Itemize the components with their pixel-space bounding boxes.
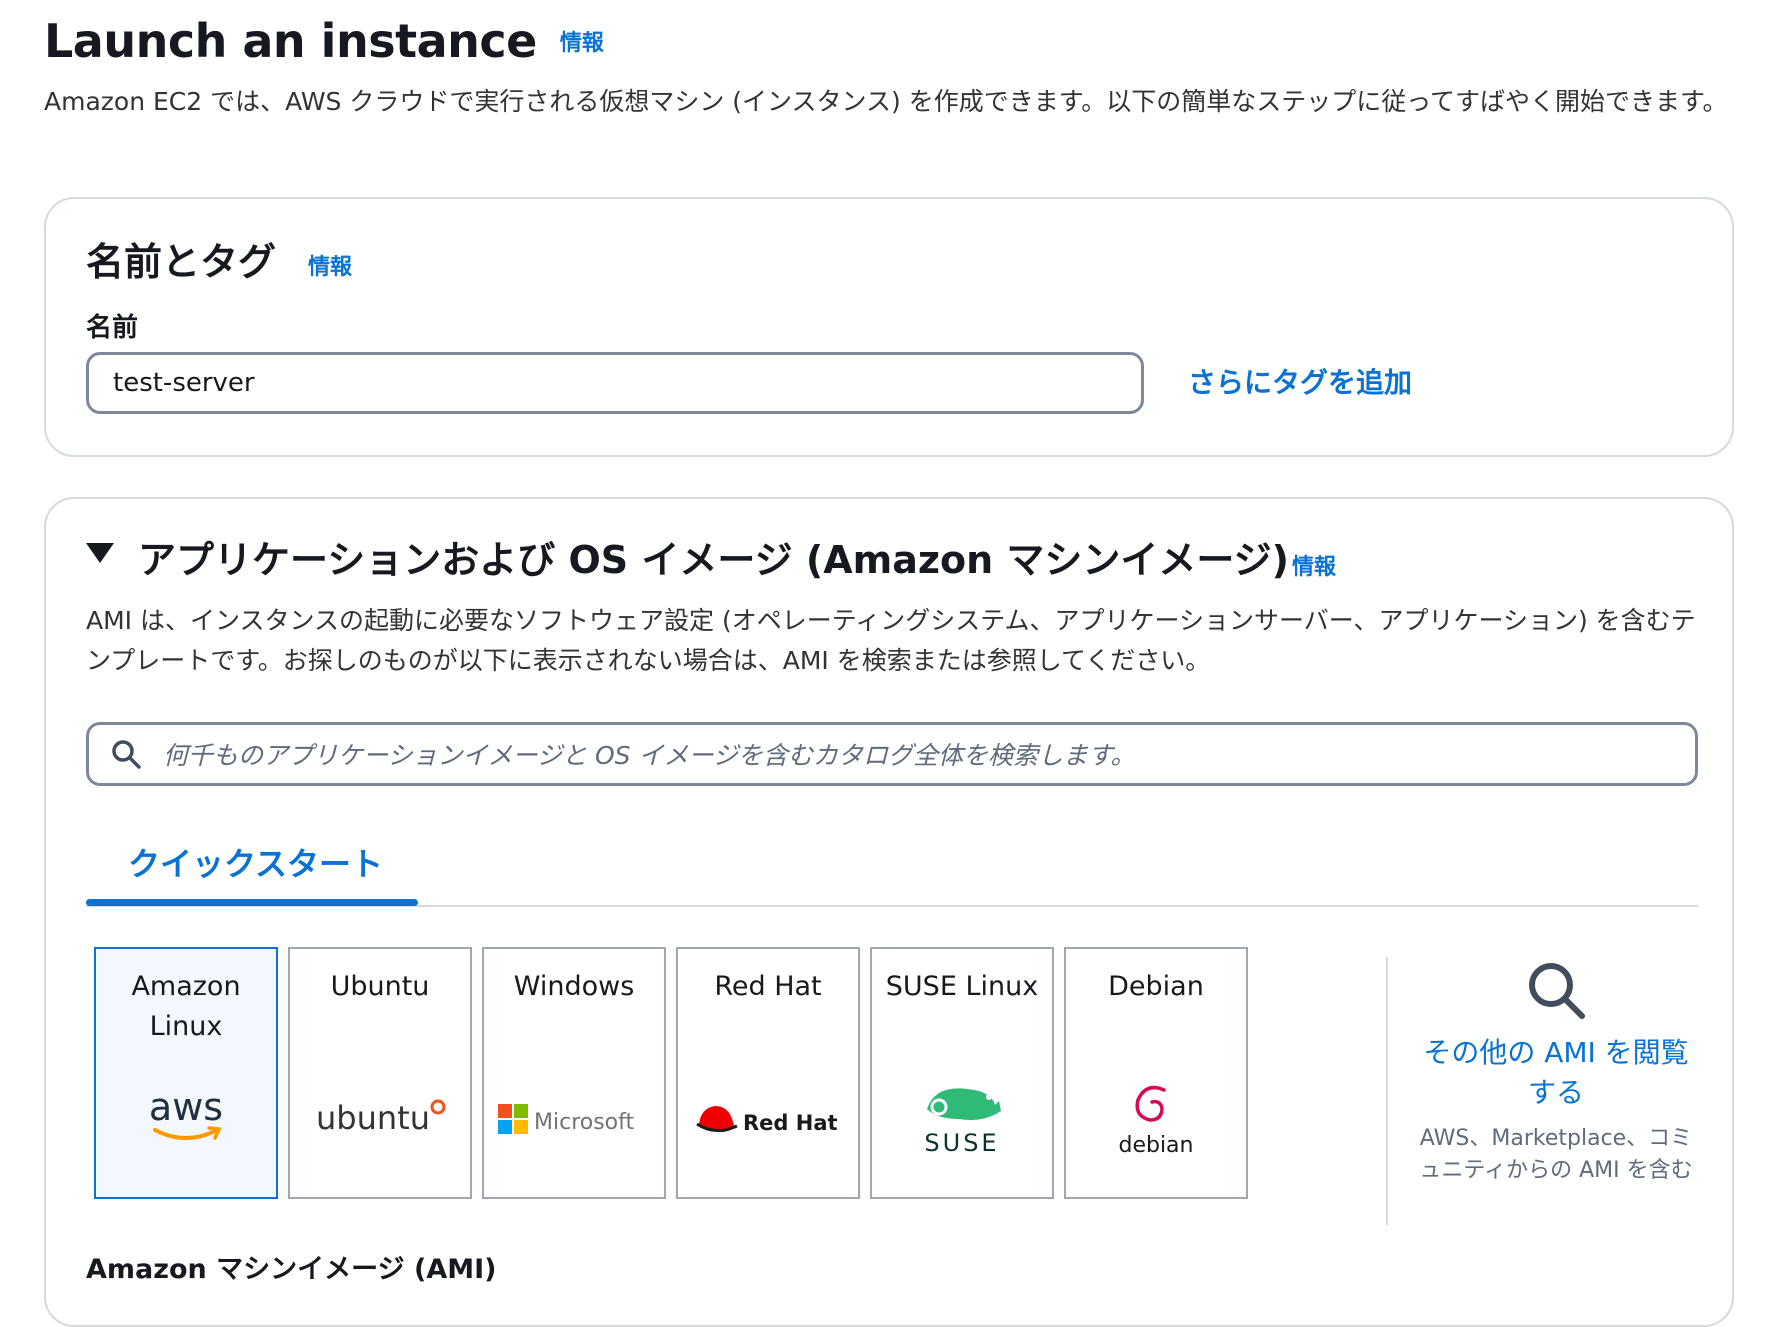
page-header: Launch an instance 情報 Amazon EC2 では、AWS …: [44, 14, 1744, 122]
svg-text:ubuntu: ubuntu: [316, 1099, 430, 1137]
ubuntu-logo-icon: ubuntu: [290, 1079, 470, 1159]
tile-label: SUSE Linux: [885, 971, 1039, 1002]
ami-search-box[interactable]: [86, 722, 1698, 786]
tile-label: Debian: [1108, 971, 1204, 1002]
microsoft-logo-icon: Microsoft: [484, 1079, 664, 1159]
tile-windows[interactable]: Windows Microsoft: [482, 947, 666, 1199]
tile-label: Windows: [513, 971, 635, 1002]
tile-label: Amazon Linux: [131, 971, 241, 1042]
svg-text:aws: aws: [149, 1085, 223, 1129]
browse-more-amis[interactable]: その他の AMI を閲覧する AWS、Marketplace、コミュニティからの…: [1416, 959, 1696, 1187]
ami-description: AMI は、インスタンスの起動に必要なソフトウェア設定 (オペレーティングシステ…: [86, 606, 1696, 675]
tile-suse-linux[interactable]: SUSE Linux SUSE: [870, 947, 1054, 1199]
magnifier-icon: [1529, 963, 1585, 1019]
name-tags-panel: 名前とタグ 情報 名前 さらにタグを追加: [44, 197, 1734, 457]
page-info-link[interactable]: 情報: [560, 25, 604, 57]
redhat-logo-icon: Red Hat: [678, 1079, 858, 1159]
tab-quick-start[interactable]: クイックスタート: [128, 839, 383, 885]
svg-text:Red Hat: Red Hat: [743, 1111, 838, 1135]
tile-red-hat[interactable]: Red Hat Red Hat: [676, 947, 860, 1199]
page-title: Launch an instance: [44, 14, 537, 68]
ami-panel: アプリケーションおよび OS イメージ (Amazon マシンイメージ) 情報 …: [44, 497, 1734, 1327]
page-description: Amazon EC2 では、AWS クラウドで実行される仮想マシン (インスタン…: [44, 87, 1728, 116]
aws-logo-icon: aws: [96, 1079, 276, 1159]
browse-amis-link[interactable]: その他の AMI を閲覧する: [1416, 1033, 1696, 1113]
ami-panel-title[interactable]: アプリケーションおよび OS イメージ (Amazon マシンイメージ): [138, 529, 1289, 584]
debian-logo-icon: debian: [1066, 1079, 1246, 1159]
search-icon: [112, 740, 141, 769]
add-tags-link[interactable]: さらにタグを追加: [1188, 361, 1412, 401]
svg-text:SUSE: SUSE: [924, 1129, 999, 1157]
name-tags-info-link[interactable]: 情報: [308, 249, 352, 281]
tile-label: Red Hat: [714, 971, 822, 1002]
name-field-label: 名前: [86, 313, 139, 343]
ami-search-input[interactable]: [161, 725, 1675, 785]
name-input[interactable]: [86, 352, 1144, 414]
tab-active-indicator: [86, 899, 418, 906]
svg-text:Microsoft: Microsoft: [534, 1110, 634, 1135]
ami-info-link[interactable]: 情報: [1292, 549, 1336, 581]
caret-down-icon[interactable]: [86, 543, 114, 563]
tile-amazon-linux[interactable]: Amazon Linux aws: [94, 947, 278, 1199]
ami-section-heading: Amazon マシンイメージ (AMI): [86, 1254, 497, 1285]
tile-ubuntu[interactable]: Ubuntu ubuntu: [288, 947, 472, 1199]
suse-logo-icon: SUSE: [872, 1079, 1052, 1159]
browse-amis-note: AWS、Marketplace、コミュニティからの AMI を含む: [1419, 1126, 1693, 1183]
svg-text:debian: debian: [1118, 1133, 1193, 1158]
tile-debian[interactable]: Debian debian: [1064, 947, 1248, 1199]
tiles-divider: [1386, 957, 1388, 1225]
name-tags-title: 名前とタグ: [86, 240, 277, 284]
tile-label: Ubuntu: [330, 971, 430, 1002]
